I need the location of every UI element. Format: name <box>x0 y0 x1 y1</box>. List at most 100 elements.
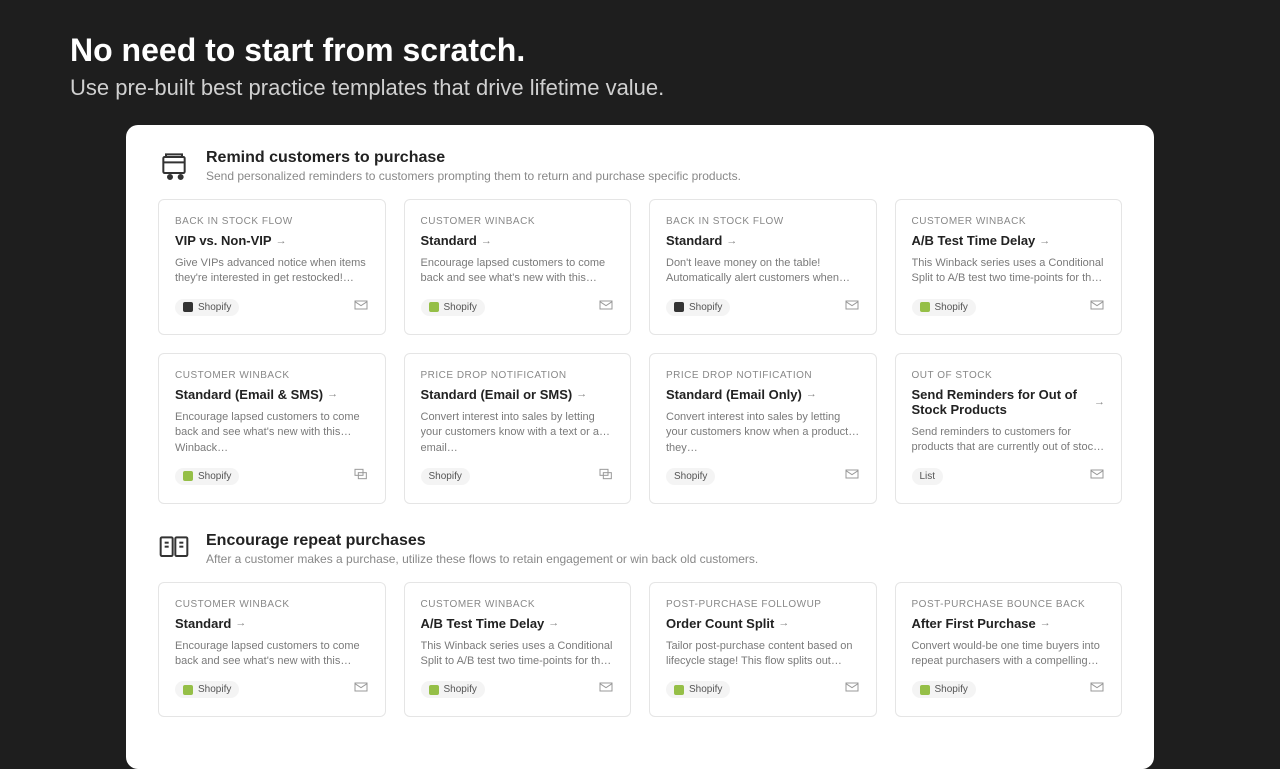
card-category: OUT OF STOCK <box>912 370 1106 381</box>
mail-icon <box>598 679 614 700</box>
tag-label: Shopify <box>935 302 968 313</box>
integration-tag: Shopify <box>175 299 239 316</box>
card-category: POST-PURCHASE BOUNCE BACK <box>912 599 1106 610</box>
card-title-text: VIP vs. Non-VIP <box>175 233 272 248</box>
mail-icon <box>1089 297 1105 318</box>
hero-title: No need to start from scratch. <box>70 32 1210 69</box>
arrow-right-icon: → <box>806 388 817 400</box>
arrow-right-icon: → <box>548 617 559 629</box>
multi-icon <box>353 466 369 487</box>
card-title-text: Standard (Email or SMS) <box>421 387 573 402</box>
template-card[interactable]: OUT OF STOCK Send Reminders for Out of S… <box>895 353 1123 504</box>
tag-label: Shopify <box>198 684 231 695</box>
section-titles: Encourage repeat purchases After a custo… <box>206 532 758 566</box>
integration-tag: Shopify <box>421 299 485 316</box>
template-grid: BACK IN STOCK FLOW VIP vs. Non-VIP → Giv… <box>158 199 1122 504</box>
integration-tag: Shopify <box>912 299 976 316</box>
mail-icon <box>844 679 860 700</box>
card-title[interactable]: Standard → <box>666 233 860 248</box>
template-card[interactable]: CUSTOMER WINBACK Standard (Email & SMS) … <box>158 353 386 504</box>
cart-icon <box>158 149 190 181</box>
card-title-text: After First Purchase <box>912 616 1036 631</box>
channel-icons <box>844 466 860 487</box>
card-title[interactable]: Send Reminders for Out of Stock Products… <box>912 387 1106 417</box>
card-category: CUSTOMER WINBACK <box>175 599 369 610</box>
template-card[interactable]: BACK IN STOCK FLOW Standard → Don't leav… <box>649 199 877 335</box>
tag-label: Shopify <box>429 471 462 482</box>
tag-label: Shopify <box>674 471 707 482</box>
book-icon <box>158 532 190 564</box>
card-description: Send reminders to customers for products… <box>912 425 1106 456</box>
template-card[interactable]: POST-PURCHASE BOUNCE BACK After First Pu… <box>895 582 1123 718</box>
card-title[interactable]: Standard → <box>421 233 615 248</box>
integration-tag: Shopify <box>666 468 715 485</box>
tag-label: Shopify <box>689 684 722 695</box>
mail-icon <box>844 466 860 487</box>
tag-dot-icon <box>920 685 930 695</box>
card-footer: Shopify <box>912 679 1106 700</box>
card-description: Convert interest into sales by letting y… <box>666 410 860 456</box>
templates-panel: Remind customers to purchase Send person… <box>126 125 1154 769</box>
section-titles: Remind customers to purchase Send person… <box>206 149 741 183</box>
template-card[interactable]: CUSTOMER WINBACK A/B Test Time Delay → T… <box>895 199 1123 335</box>
tag-label: Shopify <box>444 684 477 695</box>
arrow-right-icon: → <box>726 235 737 247</box>
tag-label: Shopify <box>198 471 231 482</box>
card-title-text: A/B Test Time Delay <box>421 616 545 631</box>
card-footer: Shopify <box>175 297 369 318</box>
mail-icon <box>844 297 860 318</box>
card-title[interactable]: Standard (Email or SMS) → <box>421 387 615 402</box>
mail-icon <box>353 297 369 318</box>
card-footer: Shopify <box>666 679 860 700</box>
card-title[interactable]: Order Count Split → <box>666 616 860 631</box>
card-title[interactable]: VIP vs. Non-VIP → <box>175 233 369 248</box>
card-footer: Shopify <box>175 466 369 487</box>
arrow-right-icon: → <box>276 235 287 247</box>
card-footer: List <box>912 466 1106 487</box>
hero-header: No need to start from scratch. Use pre-b… <box>0 0 1280 125</box>
integration-tag: Shopify <box>912 681 976 698</box>
template-card[interactable]: PRICE DROP NOTIFICATION Standard (Email … <box>404 353 632 504</box>
channel-icons <box>1089 466 1105 487</box>
template-card[interactable]: CUSTOMER WINBACK A/B Test Time Delay → T… <box>404 582 632 718</box>
card-title[interactable]: After First Purchase → <box>912 616 1106 631</box>
template-card[interactable]: BACK IN STOCK FLOW VIP vs. Non-VIP → Giv… <box>158 199 386 335</box>
arrow-right-icon: → <box>327 388 338 400</box>
tag-dot-icon <box>920 302 930 312</box>
card-title[interactable]: Standard (Email & SMS) → <box>175 387 369 402</box>
card-description: Encourage lapsed customers to come back … <box>421 256 615 287</box>
template-card[interactable]: CUSTOMER WINBACK Standard → Encourage la… <box>404 199 632 335</box>
card-category: CUSTOMER WINBACK <box>175 370 369 381</box>
card-title[interactable]: Standard → <box>175 616 369 631</box>
card-category: BACK IN STOCK FLOW <box>175 216 369 227</box>
card-description: This Winback series uses a Conditional S… <box>912 256 1106 287</box>
card-title[interactable]: A/B Test Time Delay → <box>421 616 615 631</box>
multi-icon <box>598 466 614 487</box>
card-title-text: Send Reminders for Out of Stock Products <box>912 387 1091 417</box>
card-description: Tailor post-purchase content based on li… <box>666 639 860 670</box>
channel-icons <box>353 466 369 487</box>
mail-icon <box>353 679 369 700</box>
card-description: This Winback series uses a Conditional S… <box>421 639 615 670</box>
card-footer: Shopify <box>175 679 369 700</box>
template-card[interactable]: PRICE DROP NOTIFICATION Standard (Email … <box>649 353 877 504</box>
card-title[interactable]: A/B Test Time Delay → <box>912 233 1106 248</box>
card-description: Encourage lapsed customers to come back … <box>175 639 369 670</box>
card-title[interactable]: Standard (Email Only) → <box>666 387 860 402</box>
card-description: Don't leave money on the table! Automati… <box>666 256 860 287</box>
card-title-text: A/B Test Time Delay <box>912 233 1036 248</box>
card-description: Convert would-be one time buyers into re… <box>912 639 1106 670</box>
card-category: PRICE DROP NOTIFICATION <box>421 370 615 381</box>
template-card[interactable]: POST-PURCHASE FOLLOWUP Order Count Split… <box>649 582 877 718</box>
card-footer: Shopify <box>666 297 860 318</box>
channel-icons <box>1089 297 1105 318</box>
card-category: POST-PURCHASE FOLLOWUP <box>666 599 860 610</box>
tag-dot-icon <box>674 302 684 312</box>
section-title: Encourage repeat purchases <box>206 532 758 550</box>
template-card[interactable]: CUSTOMER WINBACK Standard → Encourage la… <box>158 582 386 718</box>
integration-tag: Shopify <box>421 468 470 485</box>
arrow-right-icon: → <box>235 617 246 629</box>
mail-icon <box>1089 466 1105 487</box>
integration-tag: Shopify <box>666 299 730 316</box>
card-footer: Shopify <box>421 679 615 700</box>
